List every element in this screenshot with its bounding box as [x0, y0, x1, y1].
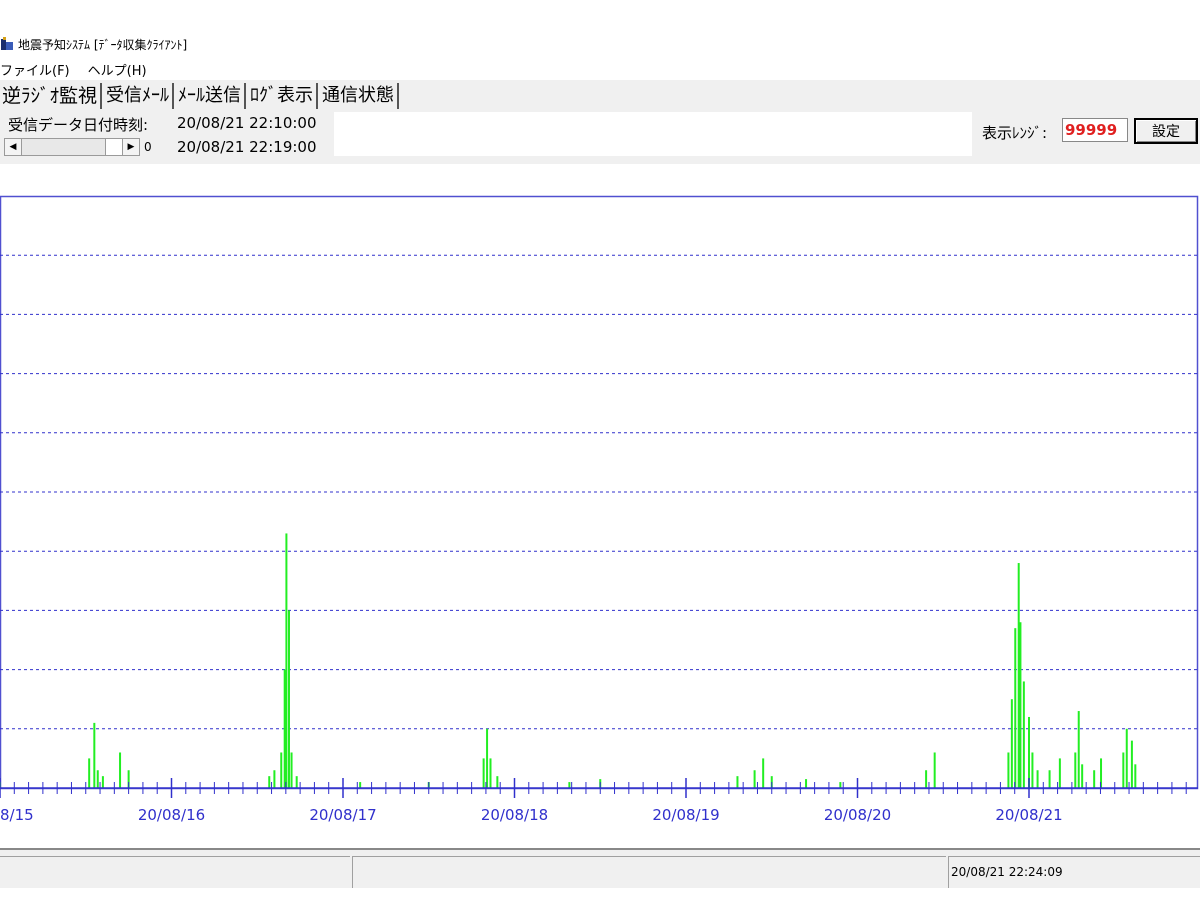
- status-section-1: [0, 856, 350, 888]
- signal-bar: [1010, 699, 1013, 788]
- signal-bar: [1036, 770, 1039, 788]
- signal-bar: [1130, 740, 1133, 788]
- signal-bar: [1017, 563, 1020, 788]
- signal-bar: [839, 782, 842, 788]
- signal-bar: [287, 610, 290, 788]
- menu-file[interactable]: ファイル(F): [0, 60, 70, 79]
- x-tick-label: 20/08/21: [995, 806, 1062, 824]
- signal-bar: [1048, 770, 1051, 788]
- signal-bar: [1007, 752, 1010, 788]
- scroll-right-icon[interactable]: ▶: [122, 139, 139, 155]
- x-tick-label: 20/08/15: [0, 806, 34, 824]
- set-button[interactable]: 設定: [1134, 118, 1198, 144]
- scroll-thumb[interactable]: [105, 139, 123, 155]
- x-tick-label: 20/08/16: [138, 806, 205, 824]
- control-panel: 受信データ日付時刻: 20/08/21 22:10:00 20/08/21 22…: [0, 112, 1200, 164]
- signal-bar: [1122, 752, 1125, 788]
- signal-bar: [568, 782, 571, 788]
- scroll-left-icon[interactable]: ◀: [5, 139, 22, 155]
- signal-bar: [295, 776, 298, 788]
- tab-connection-status[interactable]: 通信状態: [320, 83, 400, 109]
- signal-bar: [925, 770, 928, 788]
- signal-bar: [119, 752, 122, 788]
- signal-bar: [285, 533, 288, 788]
- signal-bar: [93, 722, 96, 788]
- info-display-box: [334, 112, 972, 156]
- signal-bar: [283, 669, 286, 788]
- menu-help[interactable]: ヘルプ(H): [88, 60, 147, 79]
- status-bar: 20/08/21 22:24:09: [0, 848, 1200, 888]
- display-range-input[interactable]: [1062, 118, 1128, 142]
- time-scrollbar[interactable]: ◀ ▶: [4, 138, 140, 156]
- start-time-value: 20/08/21 22:10:00: [177, 114, 317, 132]
- x-tick-label: 20/08/18: [481, 806, 548, 824]
- signal-bar: [290, 752, 293, 788]
- x-tick-label: 20/08/20: [824, 806, 891, 824]
- display-range-label: 表示ﾚﾝｼﾞ:: [982, 124, 1048, 142]
- signal-bar: [1125, 728, 1128, 788]
- signal-bar: [96, 770, 99, 788]
- signal-bar: [1058, 758, 1061, 788]
- signal-bar: [753, 770, 756, 788]
- seismograph-app-icon: [0, 37, 14, 51]
- signal-bar: [273, 770, 276, 788]
- x-tick-label: 20/08/19: [652, 806, 719, 824]
- window-title-bar: 地震予知ｼｽﾃﾑ [ﾃﾞｰﾀ収集ｸﾗｲｱﾝﾄ]: [0, 34, 1200, 54]
- status-section-2: [352, 856, 946, 888]
- scroll-value: 0: [144, 140, 152, 154]
- signal-bar: [486, 728, 489, 788]
- tab-reverse-radio-monitor[interactable]: 逆ﾗｼﾞｵ監視: [0, 83, 103, 109]
- tab-received-mail[interactable]: 受信ﾒｰﾙ: [104, 83, 175, 109]
- signal-bar: [762, 758, 765, 788]
- signal-bar: [736, 776, 739, 788]
- signal-bar: [1028, 716, 1030, 788]
- signal-bar: [805, 779, 808, 788]
- received-date-label: 受信データ日付時刻:: [8, 116, 149, 134]
- x-tick-label: 20/08/17: [309, 806, 376, 824]
- signal-bar: [1014, 628, 1017, 788]
- signal-bar: [1081, 764, 1084, 788]
- signal-bar: [359, 782, 362, 788]
- signal-bar: [88, 758, 91, 788]
- signal-bar: [1074, 752, 1077, 788]
- tab-send-mail[interactable]: ﾒｰﾙ送信: [176, 83, 247, 109]
- end-time-value: 20/08/21 22:19:00: [177, 138, 317, 156]
- signal-bar: [101, 776, 104, 788]
- signal-chart: 20/08/15 20/08/16 20/08/17 20/08/18 20/08/19…: [0, 195, 1199, 824]
- tab-bar: 逆ﾗｼﾞｵ監視 受信ﾒｰﾙ ﾒｰﾙ送信 ﾛｸﾞ表示 通信状態: [0, 80, 1200, 112]
- signal-bar: [1031, 752, 1034, 788]
- signal-bar: [280, 752, 283, 788]
- signal-bar: [933, 752, 936, 788]
- signal-bar: [496, 776, 499, 788]
- signal-bar: [1077, 711, 1080, 788]
- signal-bar: [1093, 770, 1096, 788]
- tab-log-view[interactable]: ﾛｸﾞ表示: [248, 83, 319, 109]
- signal-bar: [1019, 622, 1022, 788]
- signal-bar: [482, 758, 485, 788]
- window-title: 地震予知ｼｽﾃﾑ [ﾃﾞｰﾀ収集ｸﾗｲｱﾝﾄ]: [18, 37, 188, 52]
- menu-bar: ファイル(F) ヘルプ(H): [0, 58, 1200, 80]
- signal-bar: [1022, 681, 1025, 788]
- signal-bar: [268, 776, 271, 788]
- status-timestamp: 20/08/21 22:24:09: [948, 856, 1200, 888]
- signal-bar: [1134, 764, 1137, 788]
- signal-bar: [489, 758, 492, 788]
